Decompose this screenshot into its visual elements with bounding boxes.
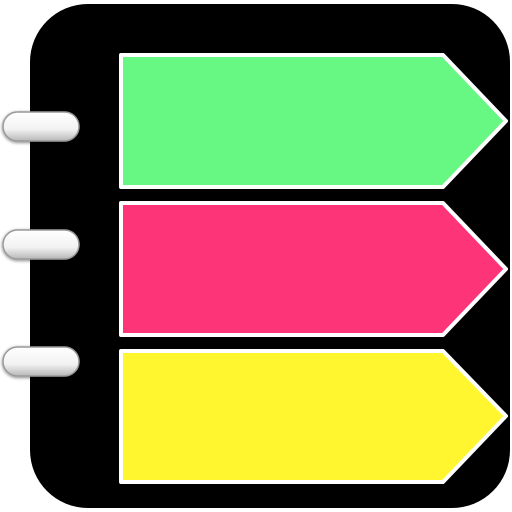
tab-green: [119, 53, 508, 189]
notebook-tabs-icon: [2, 4, 510, 508]
notebook-app-icon[interactable]: [0, 0, 512, 512]
ring-top: [2, 111, 80, 142]
ring-middle: [2, 229, 80, 260]
tab-pink: [119, 201, 508, 337]
tab-yellow: [119, 349, 508, 484]
ring-bottom: [2, 346, 80, 377]
